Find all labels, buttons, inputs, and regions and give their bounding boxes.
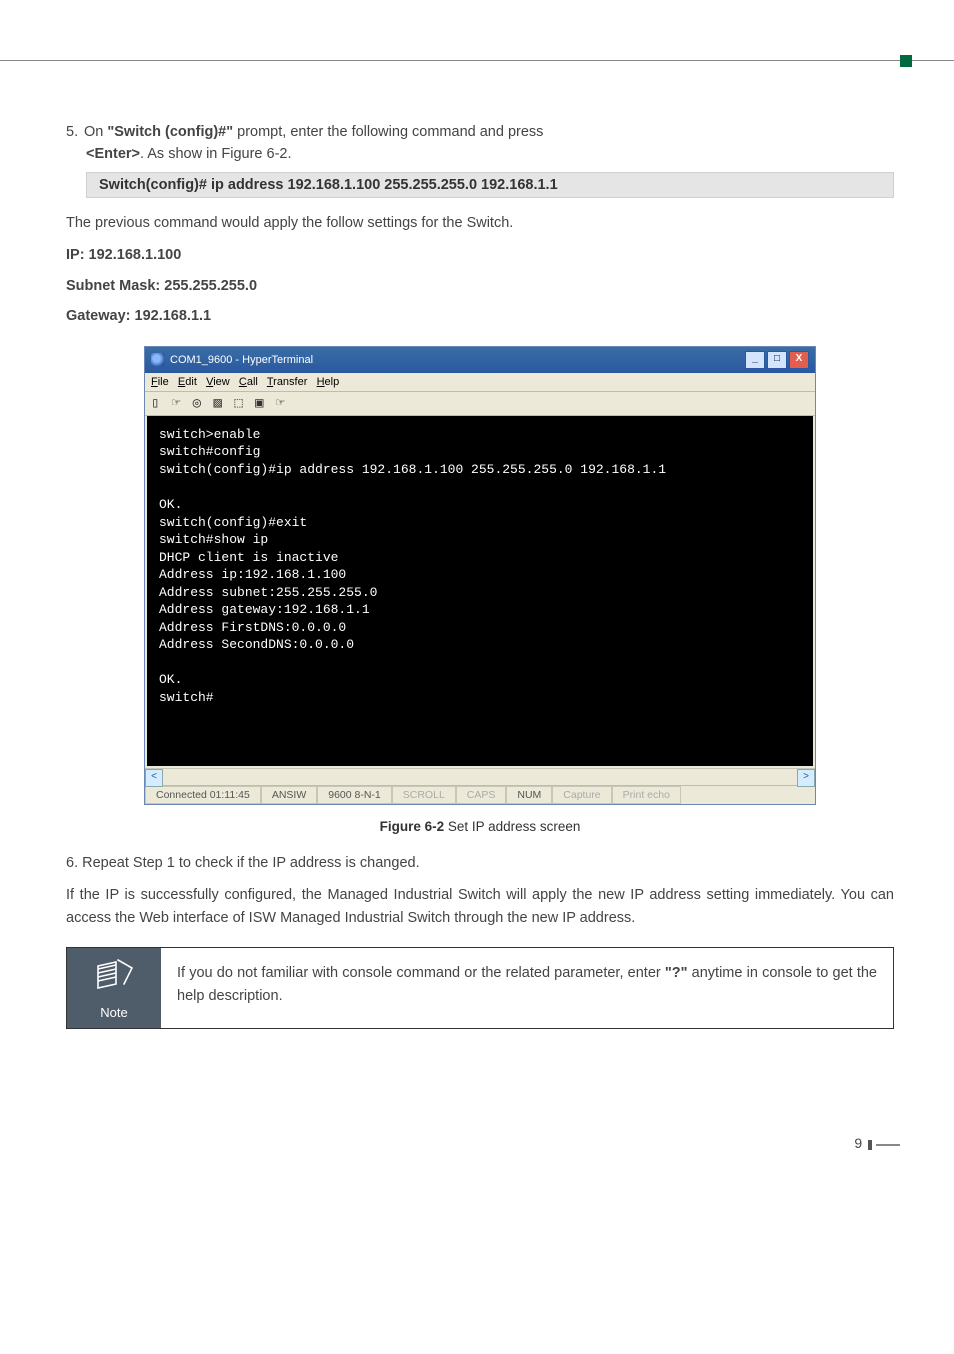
status-baud: 9600 8-N-1	[317, 786, 392, 804]
footer-rule-icon	[868, 1140, 872, 1150]
step6-paragraph: 6. Repeat Step 1 to check if the IP addr…	[66, 852, 894, 874]
hyperterminal-window: COM1_9600 - HyperTerminal _ □ X FFileile…	[144, 346, 816, 805]
note-sidebar: Note	[67, 948, 161, 1028]
window-titlebar: COM1_9600 - HyperTerminal _ □ X	[145, 347, 815, 373]
scroll-right-icon[interactable]: >	[797, 769, 815, 787]
step5-t3: . As show in Figure 6-2.	[140, 146, 292, 162]
status-printecho: Print echo	[612, 786, 681, 804]
window-title: COM1_9600 - HyperTerminal	[170, 354, 313, 366]
footer-line	[876, 1144, 900, 1146]
app-icon	[151, 353, 165, 367]
menu-file[interactable]: FFileile	[151, 376, 169, 388]
menu-transfer[interactable]: Transfer	[267, 376, 308, 388]
prev-cmd-text: The previous command would apply the fol…	[66, 212, 894, 234]
menu-bar: FFileile Edit View Call Transfer Help	[145, 373, 815, 392]
toolbar[interactable]: ▯ ☞ ◎ ▨ ⬚ ▣ ☞	[145, 392, 815, 416]
scroll-left-icon[interactable]: <	[145, 769, 163, 787]
menu-edit[interactable]: Edit	[178, 376, 197, 388]
note-q: "?"	[665, 965, 688, 981]
menu-help[interactable]: Help	[317, 376, 340, 388]
status-ansiw: ANSIW	[261, 786, 317, 804]
ip-line: IP: 192.168.1.100	[66, 244, 894, 266]
step5-enter: <Enter>	[86, 146, 140, 162]
step5-t1: On	[84, 124, 107, 140]
gateway-line: Gateway: 192.168.1.1	[66, 305, 894, 327]
note-box: Note If you do not familiar with console…	[66, 947, 894, 1029]
step5-number: 5.	[66, 121, 84, 143]
status-scroll: SCROLL	[392, 786, 456, 804]
page-footer: 9	[0, 1059, 954, 1181]
note-t1: If you do not familiar with console comm…	[177, 965, 665, 981]
step6-number: 6.	[66, 855, 78, 871]
status-caps: CAPS	[456, 786, 507, 804]
status-connected: Connected 01:11:45	[145, 786, 261, 804]
result-paragraph: If the IP is successfully configured, th…	[66, 884, 894, 929]
maximize-button[interactable]: □	[767, 351, 787, 369]
figure-caption: Figure 6-2 Set IP address screen	[66, 819, 894, 834]
minimize-button[interactable]: _	[745, 351, 765, 369]
step6-text: Repeat Step 1 to check if the IP address…	[82, 855, 419, 871]
step5-paragraph: 5.On "Switch (config)#" prompt, enter th…	[66, 121, 894, 166]
note-icon	[92, 958, 136, 994]
note-text: If you do not familiar with console comm…	[161, 948, 893, 1028]
header-rule	[0, 60, 954, 65]
menu-view[interactable]: View	[206, 376, 230, 388]
figure-text: Set IP address screen	[444, 819, 580, 834]
note-label: Note	[71, 1005, 157, 1020]
step5-prompt: "Switch (config)#"	[107, 124, 233, 140]
subnet-line: Subnet Mask: 255.255.255.0	[66, 275, 894, 297]
status-num: NUM	[506, 786, 552, 804]
command-bar: Switch(config)# ip address 192.168.1.100…	[86, 172, 894, 198]
terminal-output[interactable]: switch>enable switch#config switch(confi…	[145, 416, 815, 768]
figure-label: Figure 6-2	[380, 819, 445, 834]
menu-call[interactable]: Call	[239, 376, 258, 388]
horizontal-scrollbar[interactable]: < >	[145, 768, 815, 785]
step5-t2: prompt, enter the following command and …	[233, 124, 543, 140]
page-number: 9	[854, 1135, 862, 1151]
status-bar: Connected 01:11:45 ANSIW 9600 8-N-1 SCRO…	[145, 785, 815, 804]
close-button[interactable]: X	[789, 351, 809, 369]
status-capture: Capture	[552, 786, 611, 804]
